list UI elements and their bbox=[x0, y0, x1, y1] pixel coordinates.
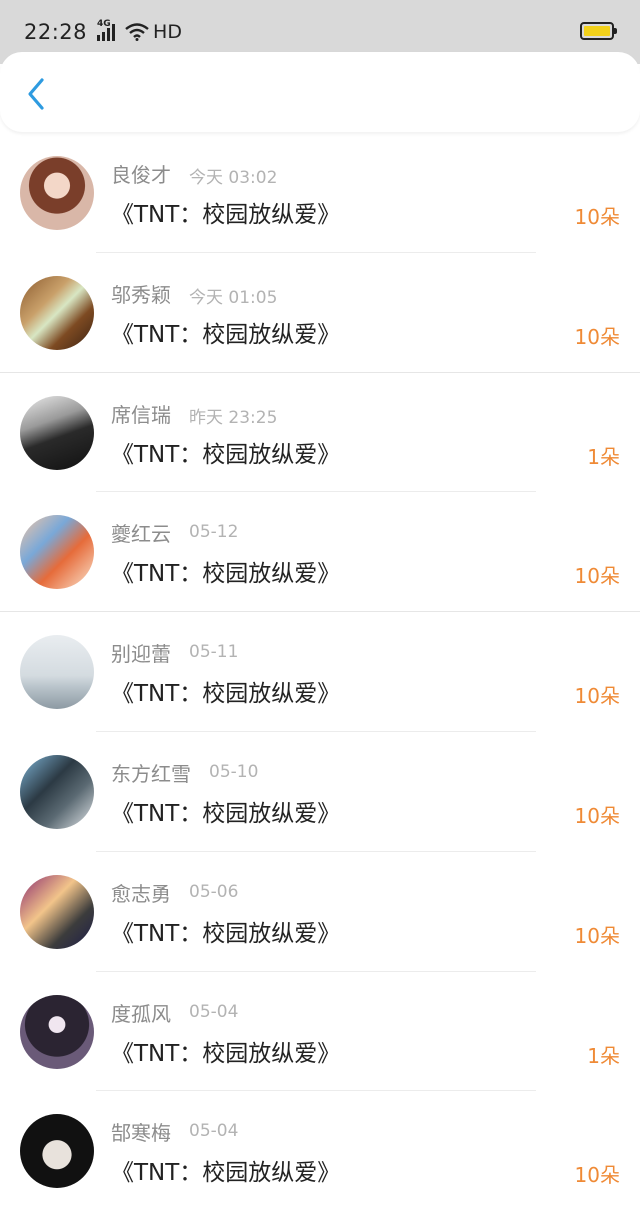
user-name: 别迎蕾 bbox=[111, 642, 171, 667]
avatar[interactable] bbox=[20, 994, 94, 1069]
flower-count: 10朵 bbox=[574, 684, 620, 709]
record-time: 05-04 bbox=[189, 1001, 239, 1022]
record-row[interactable]: 度孤风 05-04 《TNT：校园放纵爱》 1朵 bbox=[0, 972, 640, 1092]
signal-icon: 4G bbox=[97, 19, 117, 41]
flower-count: 10朵 bbox=[574, 1163, 620, 1188]
record-row[interactable]: 郜寒梅 05-04 《TNT：校园放纵爱》 10朵 bbox=[0, 1091, 640, 1208]
record-row[interactable]: 良俊才 今天 03:02 《TNT：校园放纵爱》 10朵 bbox=[0, 133, 640, 253]
status-left: 22:28 4G HD bbox=[24, 19, 182, 44]
avatar[interactable] bbox=[20, 1114, 94, 1189]
record-time: 05-12 bbox=[189, 522, 239, 543]
record-row[interactable]: 东方红雪 05-10 《TNT：校园放纵爱》 10朵 bbox=[0, 732, 640, 852]
record-row[interactable]: 席信瑞 昨天 23:25 《TNT：校园放纵爱》 1朵 bbox=[0, 373, 640, 493]
record-time: 05-10 bbox=[209, 761, 259, 782]
back-button[interactable] bbox=[18, 74, 54, 114]
record-time: 今天 03:02 bbox=[189, 168, 278, 188]
record-row[interactable]: 夔红云 05-12 《TNT：校园放纵爱》 10朵 bbox=[0, 492, 640, 613]
book-title: 《TNT：校园放纵爱》 bbox=[111, 1040, 341, 1067]
record-row[interactable]: 别迎蕾 05-11 《TNT：校园放纵爱》 10朵 bbox=[0, 612, 640, 732]
book-title: 《TNT：校园放纵爱》 bbox=[111, 441, 341, 468]
book-title: 《TNT：校园放纵爱》 bbox=[111, 202, 341, 228]
record-time: 昨天 23:25 bbox=[189, 407, 278, 428]
book-title: 《TNT：校园放纵爱》 bbox=[111, 561, 341, 588]
flower-count: 1朵 bbox=[587, 444, 620, 469]
gift-record-list: 良俊才 今天 03:02 《TNT：校园放纵爱》 10朵 邬秀颖 今天 01:0… bbox=[0, 133, 640, 1208]
avatar[interactable] bbox=[20, 754, 94, 829]
user-name: 东方红雪 bbox=[111, 761, 191, 786]
record-time: 今天 01:05 bbox=[189, 287, 278, 308]
chevron-left-icon bbox=[28, 78, 44, 110]
status-time: 22:28 bbox=[24, 20, 88, 44]
book-title: 《TNT：校园放纵爱》 bbox=[111, 321, 341, 348]
user-name: 愈志勇 bbox=[111, 881, 171, 906]
top-header bbox=[0, 52, 640, 132]
user-name: 良俊才 bbox=[111, 163, 171, 187]
avatar[interactable] bbox=[20, 275, 94, 350]
flower-count: 10朵 bbox=[574, 205, 620, 229]
battery-icon bbox=[580, 22, 617, 40]
network-type-label: 4G bbox=[97, 19, 111, 29]
user-name: 夔红云 bbox=[111, 522, 171, 547]
user-name: 郜寒梅 bbox=[111, 1121, 171, 1146]
book-title: 《TNT：校园放纵爱》 bbox=[111, 1160, 341, 1187]
wifi-icon bbox=[125, 23, 149, 41]
book-title: 《TNT：校园放纵爱》 bbox=[111, 920, 341, 947]
record-row[interactable]: 邬秀颖 今天 01:05 《TNT：校园放纵爱》 10朵 bbox=[0, 253, 640, 373]
flower-count: 10朵 bbox=[574, 564, 620, 589]
flower-count: 10朵 bbox=[574, 803, 620, 828]
record-time: 05-11 bbox=[189, 642, 239, 663]
avatar[interactable] bbox=[20, 156, 94, 230]
avatar[interactable] bbox=[20, 635, 94, 710]
book-title: 《TNT：校园放纵爱》 bbox=[111, 800, 341, 827]
record-time: 05-06 bbox=[189, 881, 239, 902]
flower-count: 1朵 bbox=[587, 1043, 620, 1068]
hd-label: HD bbox=[153, 21, 182, 43]
record-time: 05-04 bbox=[189, 1121, 239, 1142]
flower-count: 10朵 bbox=[574, 923, 620, 948]
book-title: 《TNT：校园放纵爱》 bbox=[111, 681, 341, 708]
user-name: 度孤风 bbox=[111, 1001, 171, 1026]
avatar[interactable] bbox=[20, 395, 94, 470]
battery-fill bbox=[584, 26, 610, 36]
user-name: 席信瑞 bbox=[111, 402, 171, 427]
record-row[interactable]: 愈志勇 05-06 《TNT：校园放纵爱》 10朵 bbox=[0, 852, 640, 972]
avatar[interactable] bbox=[20, 515, 94, 590]
avatar[interactable] bbox=[20, 874, 94, 949]
user-name: 邬秀颖 bbox=[111, 282, 171, 307]
flower-count: 10朵 bbox=[574, 324, 620, 349]
